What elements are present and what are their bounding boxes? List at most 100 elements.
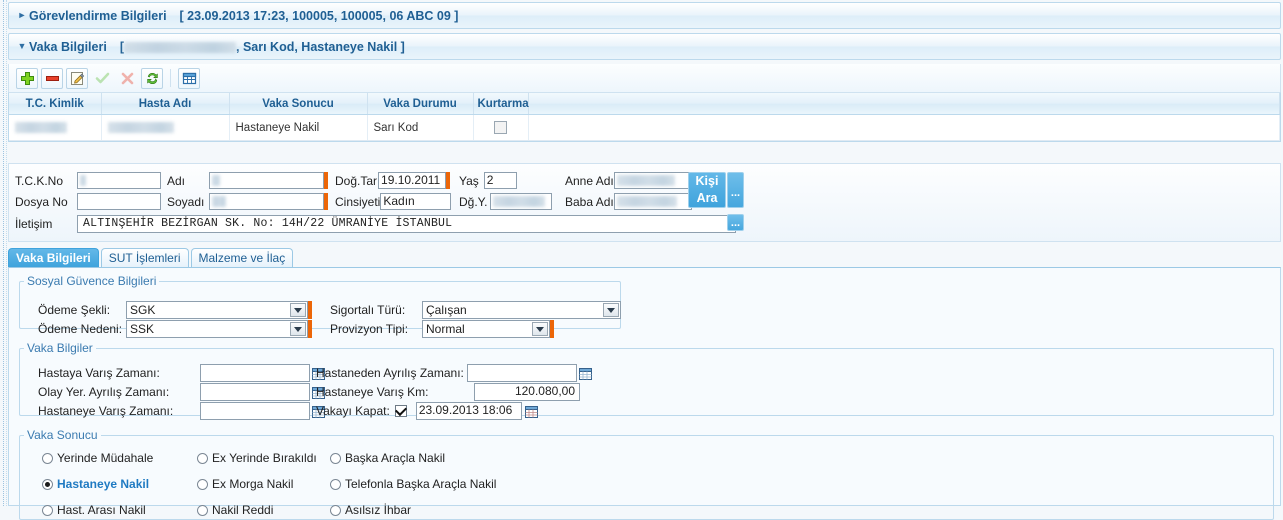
radio-baska-aracla-nakil[interactable]: Başka Araçla Nakil <box>330 451 560 465</box>
case-info-header[interactable]: ▼ Vaka Bilgileri [, Sarı Kod, Hastaneye … <box>8 33 1281 60</box>
social-security-fieldset: Sosyal Güvence Bilgileri Ödeme Şekli: SG… <box>19 274 621 338</box>
dgy-label: Dğ.Y. <box>459 194 488 209</box>
radio-label: Ex Morga Nakil <box>212 477 294 491</box>
chevron-down-icon <box>532 322 548 336</box>
grid-header-row: T.C. Kimlik Hasta Adı Vaka Sonucu Vaka D… <box>9 93 1280 115</box>
column-header-kurtarma[interactable]: Kurtarma <box>473 93 529 115</box>
hastaya-varis-input[interactable] <box>200 364 310 382</box>
radio-icon <box>197 452 208 464</box>
case-info-title: Vaka Bilgileri <box>29 39 107 54</box>
focus-outline-rail <box>3 0 5 506</box>
provizyon-tipi-required-marker <box>550 320 554 338</box>
radio-asilsiz-ihbar[interactable]: Asılsız İhbar <box>330 503 560 517</box>
kisi-ara-line1: Kişi <box>695 174 719 188</box>
dogtar-input[interactable]: 19.10.2011 <box>378 172 447 189</box>
dogtar-label: Doğ.Tar <box>335 173 378 188</box>
chevron-down-icon: ▼ <box>17 41 27 51</box>
yas-input[interactable]: 2 <box>483 172 517 189</box>
odeme-nedeni-label: Ödeme Nedeni: <box>38 322 123 336</box>
radio-ex-yerinde-birakildi[interactable]: Ex Yerinde Bırakıldı <box>197 451 330 465</box>
vakayi-kapat-date-input[interactable]: 23.09.2013 18:06 <box>415 402 522 420</box>
radio-hastaneye-nakil[interactable]: Hastaneye Nakil <box>42 477 197 491</box>
table-row[interactable]: Hastaneye Nakil Sarı Kod <box>9 114 1280 141</box>
calendar-icon[interactable] <box>578 367 592 380</box>
radio-yerinde-mudahale[interactable]: Yerinde Müdahale <box>42 451 197 465</box>
provizyon-tipi-value: Normal <box>426 322 465 336</box>
refresh-button[interactable] <box>141 67 163 89</box>
radio-telefonla-baska-aracla-nakil[interactable]: Telefonla Başka Araçla Nakil <box>330 477 560 491</box>
case-result-fieldset: Vaka Sonucu Yerinde Müdahale Hastaneye N… <box>19 428 1274 520</box>
radio-label: Hast. Arası Nakil <box>57 503 146 517</box>
sigortali-turu-select[interactable]: Çalışan <box>422 301 621 319</box>
odeme-sekli-value: SGK <box>130 303 156 317</box>
tab-sut-islemleri[interactable]: SUT İşlemleri <box>100 248 189 267</box>
kisi-ara-button[interactable]: Kişi Ara <box>688 172 726 208</box>
redacted-tckno <box>80 175 86 186</box>
tab-malzeme-ve-ilac[interactable]: Malzeme ve İlaç <box>190 248 294 267</box>
column-header-spacer <box>528 93 1280 115</box>
olay-yer-ayrilis-label: Olay Yer. Ayrılış Zamanı: <box>38 385 170 399</box>
column-header-hasta-adi[interactable]: Hasta Adı <box>101 93 230 115</box>
column-header-vaka-sonucu[interactable]: Vaka Sonucu <box>229 93 368 115</box>
redacted-tc-kimlik <box>15 121 67 133</box>
hastaneye-varis-km-input[interactable]: 120.080,00 <box>474 383 580 401</box>
redacted-baba-adi <box>616 196 677 207</box>
tckno-input[interactable] <box>77 172 161 189</box>
case-result-legend: Vaka Sonucu <box>27 428 98 442</box>
kisi-ara-more-button[interactable]: ... <box>727 172 744 208</box>
column-header-vaka-durumu[interactable]: Vaka Durumu <box>367 93 474 115</box>
baba-adi-input[interactable] <box>613 193 692 210</box>
refresh-icon <box>146 72 158 84</box>
radio-icon <box>330 504 341 516</box>
radio-nakil-reddi[interactable]: Nakil Reddi <box>197 503 330 517</box>
odeme-sekli-required-marker <box>308 301 312 319</box>
soyadi-required-marker <box>324 193 328 210</box>
add-button[interactable] <box>16 67 38 89</box>
kurtarma-checkbox[interactable] <box>494 121 507 134</box>
tab-panel-vaka-bilgileri: Sosyal Güvence Bilgileri Ödeme Şekli: SG… <box>8 267 1281 520</box>
iletisim-input[interactable]: ALTINŞEHİR BEZİRGAN SK. No: 14H/22 ÜMRAN… <box>77 215 736 233</box>
cinsiyet-input[interactable]: Kadın <box>380 193 452 210</box>
provizyon-tipi-select[interactable]: Normal <box>422 320 550 338</box>
dgy-input[interactable] <box>490 193 553 210</box>
radio-label: Hastaneye Nakil <box>57 477 150 491</box>
sigortali-turu-label: Sigortalı Türü: <box>330 303 406 317</box>
radio-hast-arasi-nakil[interactable]: Hast. Arası Nakil <box>42 503 197 517</box>
radio-label: Ex Yerinde Bırakıldı <box>212 451 317 465</box>
soyadi-input[interactable] <box>209 193 324 210</box>
dosyano-input[interactable] <box>77 193 161 210</box>
vakayi-kapat-checkbox[interactable] <box>394 405 407 417</box>
confirm-button <box>91 68 113 89</box>
olay-yer-ayrilis-input[interactable] <box>200 383 310 401</box>
hastaneye-varis-label: Hastaneye Varış Zamanı: <box>38 404 174 418</box>
plus-icon <box>20 71 34 85</box>
cell-kurtarma <box>473 114 529 141</box>
anne-adi-input[interactable] <box>613 172 692 189</box>
cell-vaka-durumu: Sarı Kod <box>367 114 474 141</box>
adi-input[interactable] <box>209 172 324 189</box>
column-header-tc-kimlik[interactable]: T.C. Kimlik <box>9 93 102 115</box>
grid-view-button[interactable] <box>178 67 200 89</box>
radio-label: Asılsız İhbar <box>345 503 412 517</box>
radio-icon <box>330 478 341 490</box>
edit-button[interactable] <box>66 67 88 89</box>
assignment-info-header[interactable]: ► Görevlendirme Bilgileri [ 23.09.2013 1… <box>8 2 1281 29</box>
calendar-icon[interactable] <box>524 405 538 418</box>
delete-button[interactable] <box>41 67 63 89</box>
dosyano-label: Dosya No <box>15 194 68 209</box>
case-details-legend: Vaka Bilgiler <box>27 341 93 355</box>
chevron-down-icon <box>290 322 306 336</box>
hastaneye-varis-input[interactable] <box>200 402 310 420</box>
assignment-info-meta: [ 23.09.2013 17:23, 100005, 100005, 06 A… <box>179 8 459 23</box>
odeme-nedeni-select[interactable]: SSK <box>126 320 308 338</box>
anne-adi-label: Anne Adı <box>565 173 614 188</box>
odeme-sekli-select[interactable]: SGK <box>126 301 308 319</box>
odeme-nedeni-value: SSK <box>130 322 155 336</box>
adi-label: Adı <box>167 173 186 188</box>
iletisim-more-button[interactable]: ... <box>727 214 744 231</box>
case-management-page: ► Görevlendirme Bilgileri [ 23.09.2013 1… <box>0 0 1283 520</box>
redacted-patient-name <box>124 41 236 53</box>
hastaneden-ayrilis-input[interactable] <box>466 364 577 382</box>
radio-ex-morga-nakil[interactable]: Ex Morga Nakil <box>197 477 330 491</box>
tab-vaka-bilgileri[interactable]: Vaka Bilgileri <box>8 248 99 267</box>
